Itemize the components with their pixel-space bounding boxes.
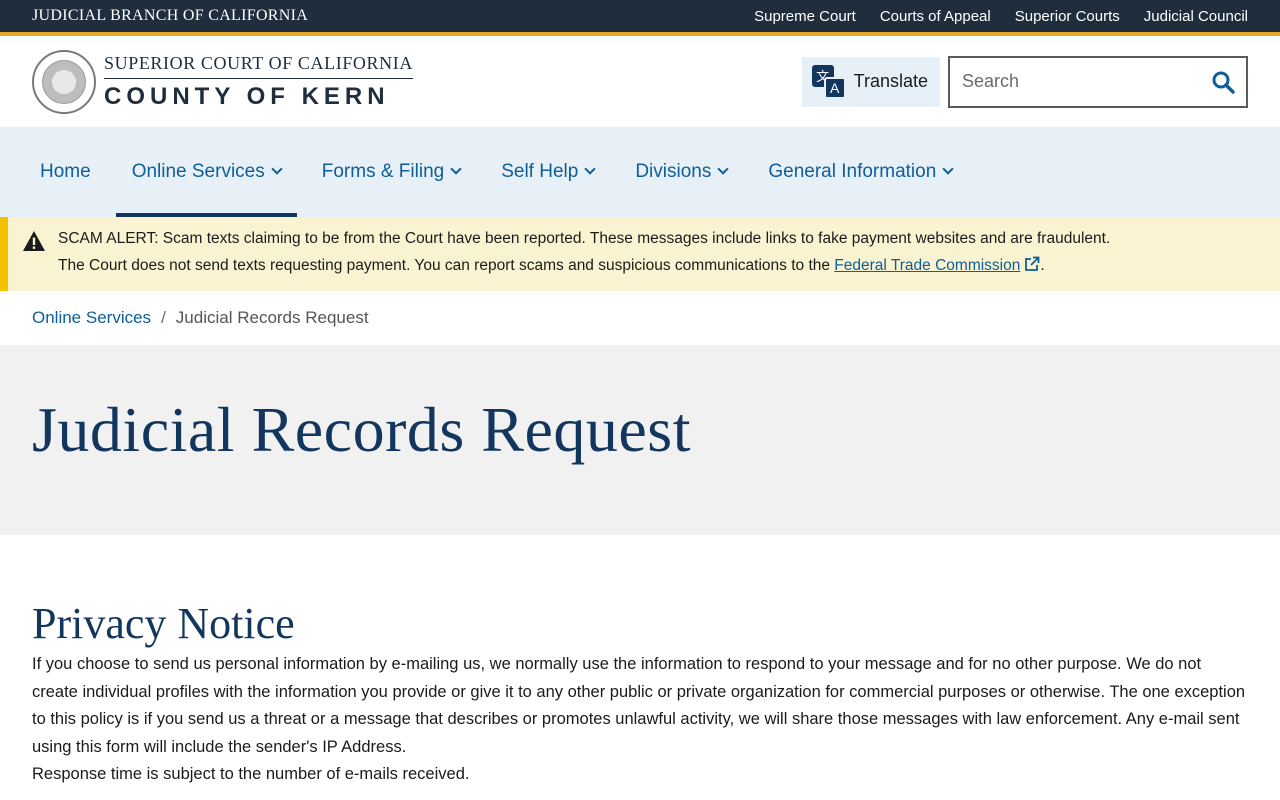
search-button[interactable] [1200,58,1246,106]
chevron-down-icon [942,163,954,175]
search-icon [1212,71,1235,94]
page-title: Judicial Records Request [32,394,691,465]
translate-label: Translate [853,71,928,91]
nav-item-online-services[interactable]: Online Services [115,127,297,217]
response-time-paragraph: Response time is subject to the number o… [32,765,470,783]
top-link-supreme-court[interactable]: Supreme Court [754,8,856,25]
privacy-notice-heading: Privacy Notice [32,599,295,648]
nav-item-label: Divisions [635,161,712,182]
nav-item-label: Online Services [131,161,265,182]
chevron-down-icon [584,163,596,175]
court-seal-icon [32,49,96,114]
breadcrumb: Online Services / Judicial Records Reque… [0,291,1280,345]
top-link-superior-courts[interactable]: Superior Courts [1015,8,1120,25]
alert-line-2-text: The Court does not send texts requesting… [58,257,835,274]
top-link-judicial-council[interactable]: Judicial Council [1144,8,1248,25]
search-box [948,55,1248,108]
logo-line-2: County of Kern [104,82,390,110]
warning-icon [22,229,46,291]
translate-icon: 文 A [811,64,846,99]
breadcrumb-separator: / [161,308,166,327]
judicial-branch-link[interactable]: Judicial Branch of California [32,7,308,25]
main-navigation: Home Online Services Forms & Filing Self… [0,127,1280,217]
translate-button[interactable]: 文 A Translate [801,56,940,107]
ftc-link[interactable]: Federal Trade Commission [834,257,1020,274]
site-header: Superior Court of California County of K… [0,36,1280,127]
breadcrumb-current: Judicial Records Request [175,308,369,327]
main-content: Privacy Notice If you choose to send us … [0,535,1280,789]
nav-item-label: Home [40,161,91,182]
alert-text: SCAM ALERT: Scam texts claiming to be fr… [58,225,1110,287]
nav-item-general-information[interactable]: General Information [752,127,968,217]
top-utility-bar: Judicial Branch of California Supreme Co… [0,0,1280,36]
chevron-down-icon [450,163,462,175]
privacy-notice-paragraph: If you choose to send us personal inform… [32,655,1246,756]
external-link-icon [1025,256,1040,271]
chevron-down-icon [271,163,283,175]
header-tools: 文 A Translate [801,55,1248,108]
court-logo[interactable]: Superior Court of California County of K… [32,49,413,114]
nav-item-home[interactable]: Home [24,127,107,217]
alert-line-2-suffix: . [1040,257,1045,274]
search-input[interactable] [950,57,1200,106]
page-title-band: Judicial Records Request [0,345,1280,535]
breadcrumb-online-services[interactable]: Online Services [32,308,151,328]
chevron-down-icon [717,163,730,175]
nav-item-label: General Information [768,161,937,182]
logo-text: Superior Court of California County of K… [104,53,413,111]
top-links: Supreme Court Courts of Appeal Superior … [754,8,1248,25]
nav-item-self-help[interactable]: Self Help [485,127,610,217]
nav-item-forms-filing[interactable]: Forms & Filing [306,127,476,217]
nav-item-label: Self Help [501,161,579,182]
alert-line-2: The Court does not send texts requesting… [58,252,1110,279]
logo-line-1: Superior Court of California [104,53,413,79]
scam-alert-banner: SCAM ALERT: Scam texts claiming to be fr… [0,217,1280,291]
nav-item-divisions[interactable]: Divisions [619,127,743,217]
nav-item-label: Forms & Filing [321,161,445,182]
top-link-courts-of-appeal[interactable]: Courts of Appeal [880,8,991,25]
alert-line-1: SCAM ALERT: Scam texts claiming to be fr… [58,230,1111,247]
